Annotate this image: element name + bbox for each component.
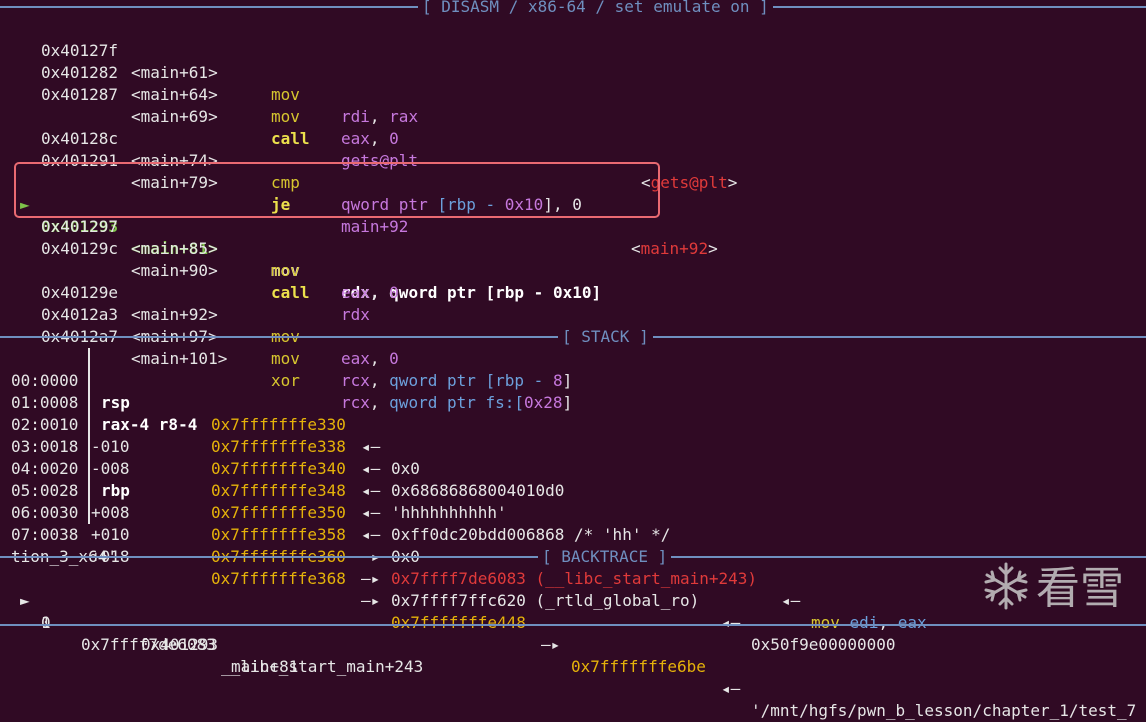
stack-divider	[88, 348, 90, 524]
stack-row[interactable]: 00:0000 rsp 0x7fffffffe330 ◂— 0x0	[0, 348, 420, 478]
disasm-line[interactable]: 0x40128c <main+74> cmp qword ptr [rbp - …	[0, 106, 582, 214]
highlight-box	[14, 162, 660, 218]
stack-row[interactable]: 02:0010 -010 0x7fffffffe340 ◂— 'hhhhhhhh…	[0, 392, 507, 522]
backtrace-frame[interactable]: 1 0x7ffff7de6083 __libc_start_main+243	[0, 590, 423, 676]
stack-row-continuation: tion_3_x64'	[11, 547, 117, 566]
disasm-line[interactable]: 0x40129c <main+90> call rdx	[0, 216, 370, 324]
disasm-line[interactable]: 0x40129e <main+92> mov eax, 0	[0, 260, 399, 368]
current-frame-arrow-icon: ►	[20, 591, 30, 610]
stack-row[interactable]: 06:0030 +010 0x7fffffffe360 —▸ 0x7ffff7f…	[0, 480, 896, 654]
backtrace-separator: [ BACKTRACE ]	[0, 546, 1146, 568]
disasm-line[interactable]: 0x401291 <main+79> je main+92 <main+92>	[0, 128, 718, 258]
stack-row[interactable]: 04:0020 rbp 0x7fffffffe350 ◂— 0x0	[0, 436, 420, 566]
disasm-line[interactable]: 0x4012a7 <main+101> xor rcx, qword ptr f…	[0, 304, 572, 412]
stack-row[interactable]: 01:0008 rax-4 r8-4 0x7fffffffe338 ◂— 0x6…	[0, 370, 564, 500]
disasm-line[interactable]: 0x401282 <main+64> mov eax, 0	[0, 40, 399, 148]
disasm-section-title: [ DISASM / x86-64 / set emulate on ]	[418, 0, 773, 18]
disasm-line[interactable]: 0x40127f <main+61> mov rdi, rax	[0, 18, 418, 126]
stack-row[interactable]: 05:0028 +008 0x7fffffffe358 —▸ 0x7ffff7d…	[0, 458, 927, 632]
stack-row[interactable]: 03:0018 -008 0x7fffffffe348 ◂— 0xff0dc20…	[0, 414, 670, 544]
stack-separator: [ STACK ]	[0, 326, 1146, 348]
backtrace-frame[interactable]: ► 0 0x401293 main+81	[0, 568, 298, 676]
stack-row[interactable]: 07:0038 +018 0x7fffffffe368 —▸ 0x7ffffff…	[0, 502, 1136, 720]
watermark-text: 看雪	[1036, 563, 1124, 614]
backtrace-section-title: [ BACKTRACE ]	[538, 546, 672, 568]
disasm-line[interactable]: 0x4012a3 <main+97> mov rcx, qword ptr [r…	[0, 282, 572, 390]
stack-section-title: [ STACK ]	[558, 326, 653, 348]
disasm-separator: [ DISASM / x86-64 / set emulate on ]	[0, 0, 1146, 18]
jump-target[interactable]: <main+92>	[631, 238, 718, 260]
watermark: 看雪	[980, 560, 1124, 618]
disasm-line[interactable]: 0x401287 <main+69> call gets@plt <gets@p…	[0, 62, 737, 192]
bottom-separator	[0, 624, 1146, 627]
snowflake-icon	[980, 560, 1032, 618]
